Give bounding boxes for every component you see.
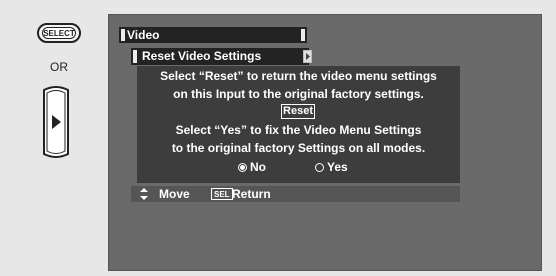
radio-unselected-icon bbox=[315, 162, 324, 172]
message-line-2: on this Input to the original factory se… bbox=[173, 87, 424, 101]
dpad-right-arrow-icon[interactable] bbox=[40, 84, 72, 160]
message-line-3: Select “Yes” to fix the Video Menu Setti… bbox=[175, 123, 422, 137]
or-label: OR bbox=[50, 60, 68, 74]
up-down-arrow-icon bbox=[140, 188, 148, 203]
reset-button[interactable]: Reset bbox=[281, 104, 315, 119]
message-line-1: Select “Reset” to return the video menu … bbox=[160, 69, 437, 83]
navigation-hint-bar: Move SEL Return bbox=[131, 186, 460, 202]
reset-message-box: Select “Reset” to return the video menu … bbox=[137, 66, 460, 183]
title-right-cap bbox=[301, 29, 305, 41]
return-label: Return bbox=[232, 187, 271, 201]
option-yes-label: Yes bbox=[327, 160, 348, 174]
sel-badge: SEL bbox=[211, 188, 233, 200]
submenu-item-reset-video-settings[interactable]: Reset Video Settings bbox=[131, 48, 309, 65]
remote-panel: SELECT OR bbox=[0, 0, 110, 276]
title-left-cap bbox=[121, 29, 125, 41]
tv-screen: Video Reset Video Settings Select “Reset… bbox=[108, 14, 542, 271]
submenu-arrow-icon bbox=[303, 50, 312, 63]
select-button-label: SELECT bbox=[42, 27, 76, 39]
option-no-label: No bbox=[250, 160, 266, 174]
option-no[interactable]: No bbox=[238, 160, 266, 174]
option-yes[interactable]: Yes bbox=[315, 160, 348, 174]
menu-title-bar: Video bbox=[119, 27, 307, 43]
select-button[interactable]: SELECT bbox=[37, 23, 81, 43]
move-label: Move bbox=[159, 187, 190, 201]
message-line-4: to the original factory Settings on all … bbox=[171, 141, 426, 155]
radio-selected-icon bbox=[238, 162, 247, 172]
menu-title: Video bbox=[127, 28, 160, 42]
submenu-left-cap bbox=[133, 50, 137, 63]
submenu-title: Reset Video Settings bbox=[142, 49, 262, 63]
